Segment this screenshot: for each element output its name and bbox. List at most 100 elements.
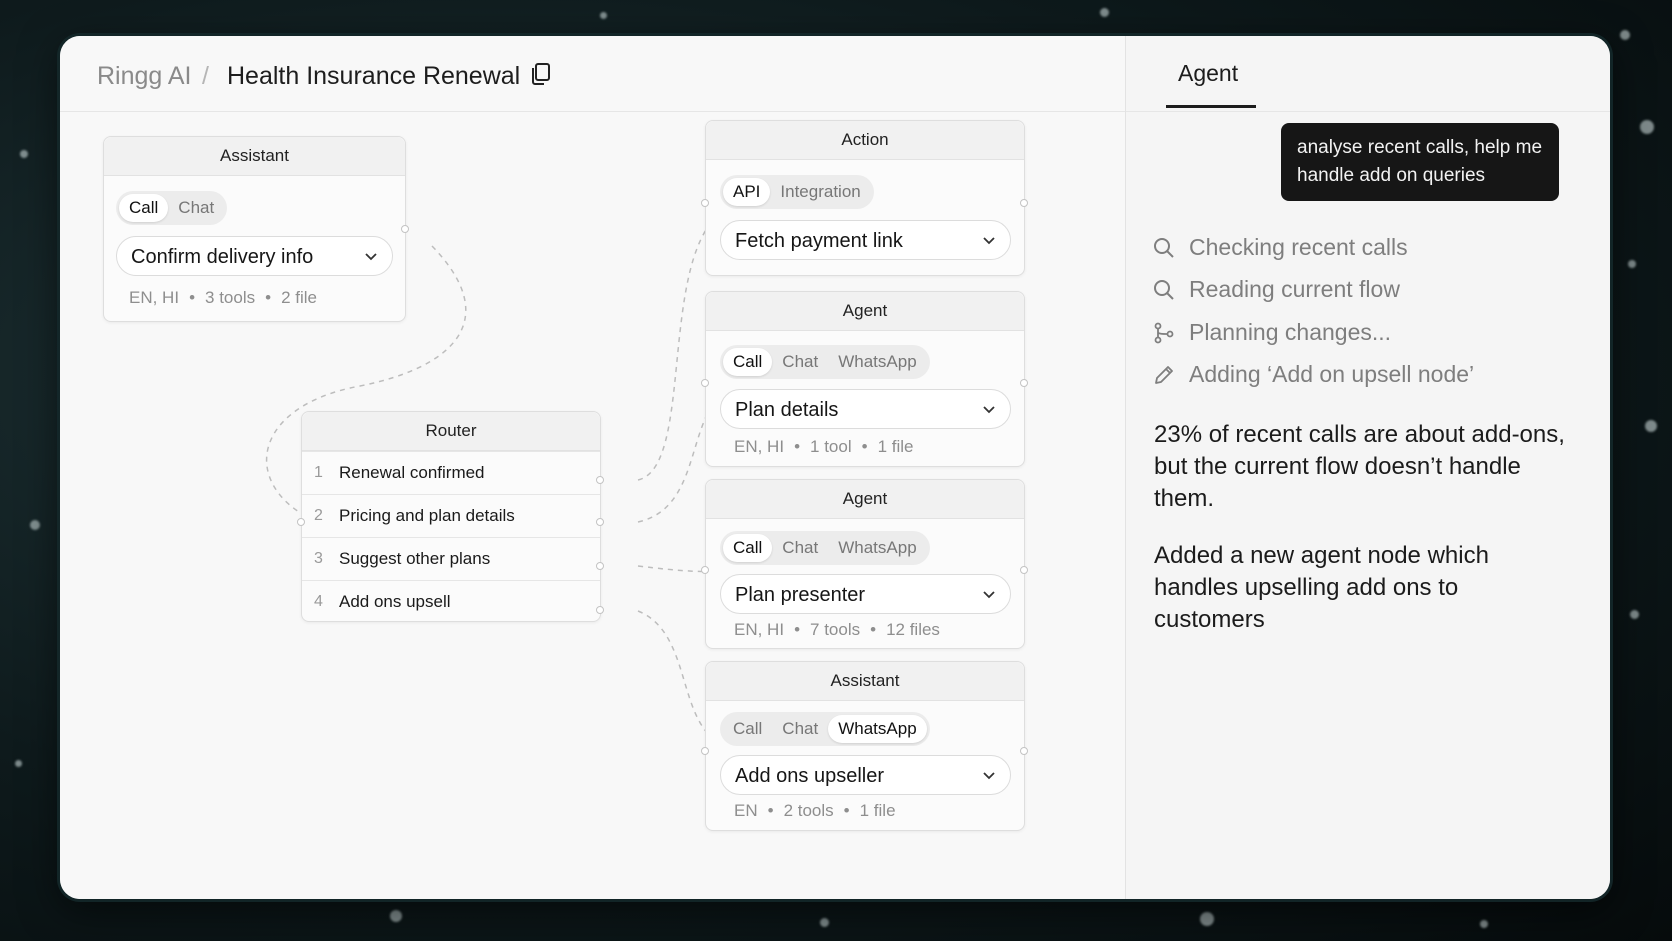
output-port[interactable]	[401, 225, 409, 233]
input-port[interactable]	[297, 518, 305, 526]
meta-tools: 7 tools	[810, 620, 861, 639]
channel-whatsapp[interactable]: WhatsApp	[828, 715, 927, 743]
meta-files: 12 files	[886, 620, 940, 639]
step-label: Checking recent calls	[1189, 234, 1408, 260]
route-label: Renewal confirmed	[339, 463, 485, 482]
agent-summary-result: Added a new agent node which handles ups…	[1154, 542, 1489, 633]
select-value: Plan details	[735, 399, 839, 421]
node-title: Assistant	[104, 137, 405, 176]
router-route[interactable]: 4 Add ons upsell	[302, 580, 600, 623]
channel-toggle: Call Chat	[116, 191, 228, 225]
route-number: 2	[314, 507, 323, 524]
meta-files: 1 file	[859, 801, 896, 820]
channel-whatsapp[interactable]: WhatsApp	[828, 534, 926, 562]
search-icon	[1154, 280, 1174, 300]
input-port[interactable]	[701, 566, 709, 574]
channel-toggle: Call Chat WhatsApp	[720, 712, 930, 746]
action-select[interactable]: Fetch payment link	[720, 220, 1011, 260]
action-type-integration[interactable]: Integration	[770, 178, 870, 206]
node-title: Assistant	[706, 662, 1024, 701]
channel-chat[interactable]: Chat	[772, 534, 828, 562]
route-number: 3	[314, 550, 323, 567]
agent-panel: Agent analyse recent calls, help me hand…	[1125, 36, 1610, 899]
output-port[interactable]	[1020, 566, 1028, 574]
panel-divider	[1126, 111, 1610, 112]
meta-tools: 3 tools	[205, 288, 256, 307]
channel-chat[interactable]: Chat	[772, 715, 828, 743]
meta-language: EN	[734, 801, 758, 820]
pencil-icon	[1155, 366, 1173, 384]
assistant-select[interactable]: Confirm delivery info	[116, 236, 393, 276]
channel-call[interactable]: Call	[723, 715, 772, 743]
tab-agent[interactable]: Agent	[1166, 60, 1256, 108]
channel-call[interactable]: Call	[723, 348, 773, 376]
select-value: Add ons upseller	[735, 765, 884, 787]
meta-language: EN, HI	[734, 620, 785, 639]
chevron-down-icon	[983, 406, 995, 414]
agent-node-plan-details[interactable]: Agent Call Chat WhatsApp Plan details EN…	[701, 291, 1028, 467]
meta-language: EN, HI	[734, 437, 785, 456]
agent-select[interactable]: Plan presenter	[720, 574, 1011, 614]
step-label: Reading current flow	[1189, 276, 1400, 302]
branch-icon	[1154, 322, 1174, 344]
chevron-down-icon	[983, 591, 995, 599]
channel-toggle: Call Chat WhatsApp	[720, 345, 930, 379]
channel-call[interactable]: Call	[723, 534, 773, 562]
output-port[interactable]	[596, 518, 604, 526]
agent-select[interactable]: Plan details	[720, 389, 1011, 429]
output-port[interactable]	[1020, 747, 1028, 755]
router-node[interactable]: Router 1 Renewal confirmed 2 Pricing and…	[297, 411, 604, 623]
node-title: Agent	[706, 480, 1024, 519]
node-meta: EN, HI • 7 tools • 12 files	[734, 620, 940, 639]
tab-agent-label: Agent	[1178, 60, 1239, 86]
output-port[interactable]	[596, 476, 604, 484]
search-icon	[1154, 238, 1174, 258]
step-label: Planning changes...	[1189, 319, 1392, 345]
select-value: Plan presenter	[735, 584, 866, 606]
route-label: Add ons upsell	[339, 592, 451, 611]
app-window: Ringg AI / Health Insurance Renewal Assi…	[60, 36, 1610, 899]
route-label: Suggest other plans	[339, 549, 491, 568]
output-port[interactable]	[1020, 199, 1028, 207]
agent-node-plan-presenter[interactable]: Agent Call Chat WhatsApp Plan presenter …	[701, 479, 1028, 649]
chevron-down-icon	[365, 253, 377, 261]
assistant-select[interactable]: Add ons upseller	[720, 755, 1011, 795]
output-port[interactable]	[596, 606, 604, 614]
channel-call[interactable]: Call	[119, 194, 169, 222]
route-number: 1	[314, 464, 323, 481]
input-port[interactable]	[701, 199, 709, 207]
action-type-api[interactable]: API	[723, 178, 771, 206]
node-title: Action	[706, 121, 1024, 160]
select-value: Fetch payment link	[735, 230, 903, 252]
input-port[interactable]	[701, 747, 709, 755]
select-value: Confirm delivery info	[131, 246, 314, 268]
node-meta: EN, HI • 3 tools • 2 file	[129, 288, 317, 307]
agent-summary-analysis: 23% of recent calls are about add-ons, b…	[1154, 421, 1565, 512]
assistant-node-upseller[interactable]: Assistant Call Chat WhatsApp Add ons ups…	[701, 661, 1028, 831]
router-route[interactable]: 3 Suggest other plans	[302, 537, 600, 580]
input-port[interactable]	[701, 379, 709, 387]
action-node[interactable]: Action API Integration Fetch payment lin…	[701, 120, 1028, 276]
meta-language: EN, HI	[129, 288, 180, 307]
channel-chat[interactable]: Chat	[772, 348, 828, 376]
route-label: Pricing and plan details	[339, 506, 515, 525]
router-route[interactable]: 2 Pricing and plan details	[302, 494, 600, 537]
output-port[interactable]	[596, 562, 604, 570]
step-label: Adding ‘Add on upsell node’	[1189, 361, 1475, 387]
meta-tools: 2 tools	[783, 801, 834, 820]
channel-whatsapp[interactable]: WhatsApp	[828, 348, 926, 376]
output-port[interactable]	[1020, 379, 1028, 387]
node-meta: EN, HI • 1 tool • 1 file	[734, 437, 914, 456]
chevron-down-icon	[983, 772, 995, 780]
user-message-bubble: analyse recent calls, help me handle add…	[1281, 123, 1559, 201]
chevron-down-icon	[983, 237, 995, 245]
meta-files: 1 file	[877, 437, 914, 456]
channel-toggle: Call Chat WhatsApp	[720, 531, 930, 565]
action-type-toggle: API Integration	[720, 175, 874, 209]
route-number: 4	[314, 593, 323, 610]
meta-tools: 1 tool	[810, 437, 852, 456]
channel-chat[interactable]: Chat	[168, 194, 224, 222]
flow-canvas[interactable]: Ringg AI / Health Insurance Renewal Assi…	[60, 36, 1125, 899]
router-route[interactable]: 1 Renewal confirmed	[302, 451, 600, 494]
assistant-node-top[interactable]: Assistant Call Chat Confirm delivery inf…	[103, 136, 409, 322]
